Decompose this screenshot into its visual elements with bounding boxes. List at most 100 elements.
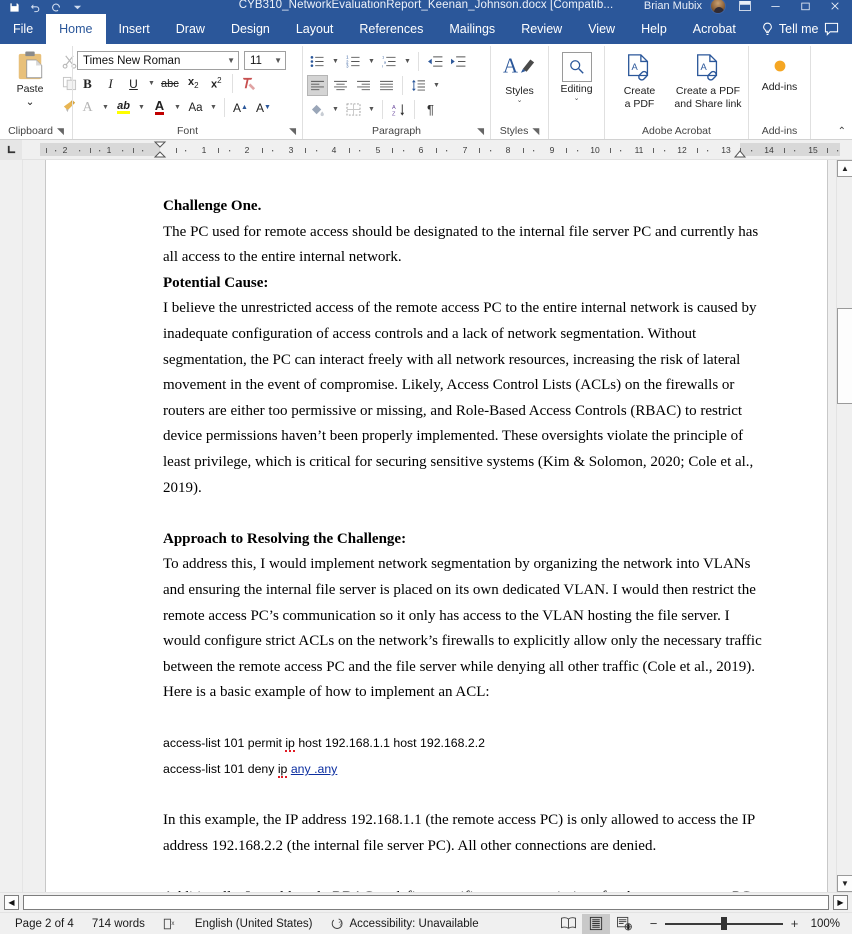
line-spacing-dropdown-icon[interactable]: ▼ [431,75,442,96]
font-size-combo[interactable]: 11 ▼ [244,51,286,70]
zoom-out-button[interactable]: − [648,916,659,931]
borders-icon[interactable] [343,99,364,120]
highlight-dropdown-icon[interactable]: ▼ [136,97,147,118]
borders-dropdown-icon[interactable]: ▼ [366,99,377,120]
line-spacing-icon[interactable] [408,75,429,96]
document-page[interactable]: Challenge One. The PC used for remote ac… [45,160,828,892]
tab-file[interactable]: File [0,14,46,44]
justify-button[interactable] [376,75,397,96]
comments-icon[interactable] [816,14,846,44]
tab-draw[interactable]: Draw [163,14,218,44]
numbering-dropdown-icon[interactable]: ▼ [366,51,377,72]
ruler-canvas[interactable]: 21 123 456 789 101112 131415 17 [22,140,852,160]
minimize-icon[interactable] [764,0,786,13]
font-color-dropdown-icon[interactable]: ▼ [172,97,183,118]
zoom-slider[interactable] [665,917,783,931]
text-effects-icon[interactable]: A [77,97,98,118]
accessibility-status[interactable]: ? Accessibility: Unavailable [322,913,488,935]
shading-dropdown-icon[interactable]: ▼ [330,99,341,120]
tab-mailings[interactable]: Mailings [436,14,508,44]
tab-help[interactable]: Help [628,14,680,44]
decrease-indent-icon[interactable] [424,51,445,72]
align-left-button[interactable] [307,75,328,96]
bullets-icon[interactable] [307,51,328,72]
zoom-level[interactable]: 100% [806,918,840,930]
styles-button[interactable]: A Styles ⌄ [495,48,544,104]
show-formatting-marks-icon[interactable]: ¶ [420,99,441,120]
proofing-errors-icon[interactable]: x [154,913,186,935]
increase-indent-icon[interactable] [447,51,468,72]
print-layout-button[interactable] [582,913,610,934]
grow-font-icon[interactable]: A ▲ [230,97,251,118]
sort-icon[interactable]: AZ [388,99,409,120]
paste-button[interactable]: Paste ⌄ [4,48,56,114]
vertical-scrollbar[interactable]: ▲ ▼ [836,160,852,892]
change-case-dropdown-icon[interactable]: ▼ [208,97,219,118]
collapse-ribbon-icon[interactable]: ⌃ [838,126,846,137]
scroll-up-icon[interactable]: ▲ [837,160,852,177]
zoom-thumb[interactable] [721,917,727,930]
tab-view[interactable]: View [575,14,628,44]
tab-review[interactable]: Review [508,14,575,44]
font-color-icon[interactable]: A [149,97,170,118]
hyperlink-any-any[interactable]: any .any [291,762,338,776]
underline-dropdown-icon[interactable]: ▼ [146,73,157,94]
font-name-combo[interactable]: Times New Roman ▼ [77,51,239,70]
paste-dropdown-icon[interactable]: ⌄ [26,96,35,108]
scroll-right-icon[interactable]: ▶ [833,895,848,910]
tab-acrobat[interactable]: Acrobat [680,14,749,44]
vertical-scroll-thumb[interactable] [837,308,852,404]
chevron-down-icon[interactable]: ▼ [221,56,235,65]
multilevel-dropdown-icon[interactable]: ▼ [402,51,413,72]
restore-icon[interactable] [794,0,816,13]
subscript-button[interactable]: x2 [183,73,204,94]
styles-dropdown-icon[interactable]: ⌄ [517,97,523,104]
superscript-button[interactable]: x2 [206,73,227,94]
bullets-dropdown-icon[interactable]: ▼ [330,51,341,72]
read-mode-button[interactable] [554,914,582,934]
underline-button[interactable]: U [123,73,144,94]
addins-button[interactable]: Add-ins [753,48,806,93]
strikethrough-button[interactable]: abc [159,73,181,94]
numbering-icon[interactable]: 123 [343,51,364,72]
close-icon[interactable] [824,0,846,13]
scroll-down-icon[interactable]: ▼ [837,875,852,892]
web-layout-button[interactable] [610,914,638,934]
editing-button[interactable]: Editing ⌄ [553,48,600,102]
clear-formatting-icon[interactable] [238,73,259,94]
editing-dropdown-icon[interactable]: ⌄ [574,95,580,102]
paragraph-dialog-launcher[interactable]: ◥ [477,126,484,136]
text-effects-dropdown-icon[interactable]: ▼ [100,97,111,118]
font-dialog-launcher[interactable]: ◥ [289,126,296,136]
align-center-button[interactable] [330,75,351,96]
styles-dialog-launcher[interactable]: ◥ [532,126,539,136]
italic-button[interactable]: I [100,73,121,94]
avatar[interactable] [710,0,726,14]
tab-references[interactable]: References [346,14,436,44]
create-pdf-button[interactable]: A Create a PDF [609,48,670,110]
shading-icon[interactable] [307,99,328,120]
horizontal-scrollbar[interactable]: ◀ ▶ [0,892,852,912]
highlight-color-icon[interactable]: ab [113,97,134,118]
tab-home[interactable]: Home [46,14,106,44]
shrink-font-icon[interactable]: A ▼ [253,97,274,118]
tab-stop-selector[interactable] [0,139,22,160]
create-pdf-and-share-link-button[interactable]: A Create a PDF and Share link [672,48,744,110]
clipboard-dialog-launcher[interactable]: ◥ [57,126,64,136]
zoom-in-button[interactable]: + [789,916,800,931]
horizontal-scroll-track[interactable] [23,895,829,910]
tab-insert[interactable]: Insert [106,14,163,44]
document-text[interactable]: Challenge One. The PC used for remote ac… [163,194,768,892]
language-indicator[interactable]: English (United States) [186,913,322,935]
tab-layout[interactable]: Layout [283,14,347,44]
chevron-down-icon[interactable]: ▼ [268,56,282,65]
bold-button[interactable]: B [77,73,98,94]
page-indicator[interactable]: Page 2 of 4 [6,913,83,935]
multilevel-list-icon[interactable]: 1ai [379,51,400,72]
tab-design[interactable]: Design [218,14,283,44]
zoom-control[interactable]: − + 100% [638,916,846,931]
align-right-button[interactable] [353,75,374,96]
change-case-icon[interactable]: Aa [185,97,206,118]
ribbon-display-options-icon[interactable] [734,0,756,13]
scroll-left-icon[interactable]: ◀ [4,895,19,910]
